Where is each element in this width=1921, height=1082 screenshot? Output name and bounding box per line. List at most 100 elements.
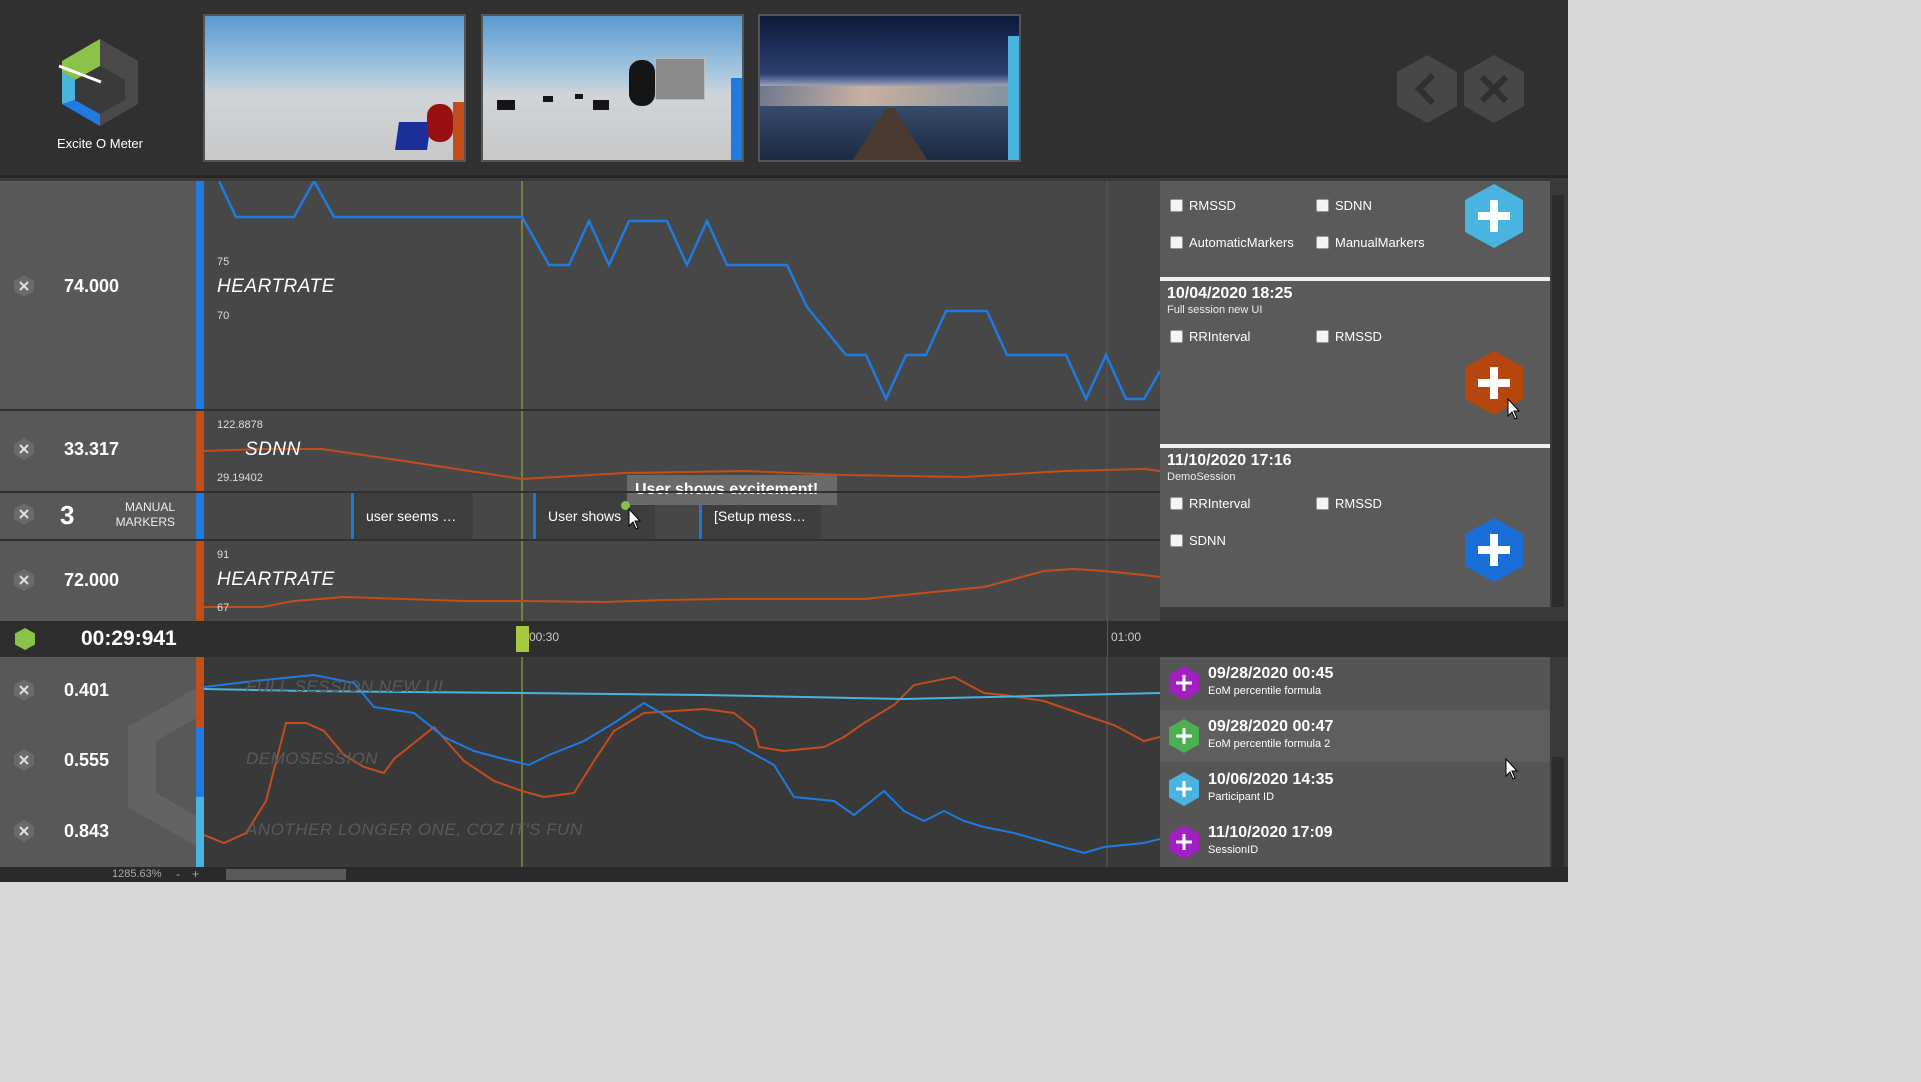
zoom-level: 1285.63% <box>112 868 162 880</box>
tick-top: 122.8878 <box>217 419 263 431</box>
tick-top: 91 <box>217 549 230 561</box>
remove-compare-1-button[interactable] <box>13 679 35 701</box>
horizontal-scrollbar[interactable] <box>226 869 346 880</box>
record-status-icon <box>15 628 35 650</box>
remove-track-1-button[interactable] <box>13 275 35 297</box>
add-formula-2-button[interactable] <box>1169 719 1199 753</box>
timeline-bar: 00:29:941 00:30 01:00 <box>0 621 1568 657</box>
compare-2-color <box>196 727 204 797</box>
formula-item-4[interactable]: 11/10/2020 17:09 SessionID <box>1160 816 1550 868</box>
thumbnail-2-bar <box>731 78 742 160</box>
remove-track-3-button[interactable] <box>13 569 35 591</box>
series-name: HEARTRATE <box>217 569 335 590</box>
add-formula-3-button[interactable] <box>1169 772 1199 806</box>
tick-bottom: 67 <box>217 602 230 614</box>
remove-compare-3-button[interactable] <box>13 820 35 842</box>
session-card-3: 11/10/2020 17:16 DemoSession RRInterval … <box>1160 448 1550 607</box>
app-window: Excite O Meter 75 HEARTRATE 70 122.8878 … <box>0 0 1568 882</box>
add-session-1-button[interactable] <box>1465 184 1523 248</box>
tick-bottom: 29.19402 <box>217 472 263 484</box>
formula-date: 11/10/2020 17:09 <box>1208 824 1333 841</box>
tick-bottom: 70 <box>217 310 230 322</box>
mouse-cursor-icon <box>1507 398 1521 420</box>
scene-thumbnail-2[interactable] <box>481 14 744 162</box>
compare-2-value: 0.555 <box>64 750 110 770</box>
session-desc: DemoSession <box>1167 471 1236 483</box>
formula-date: 09/28/2020 00:45 <box>1208 665 1334 682</box>
add-session-3-button[interactable] <box>1465 518 1523 582</box>
formula-scrollbar[interactable] <box>1552 757 1564 867</box>
checkbox-rrinterval[interactable]: RRInterval <box>1170 329 1250 344</box>
track-2-color <box>196 411 204 491</box>
formula-desc: Participant ID <box>1208 791 1275 803</box>
remove-compare-2-button[interactable] <box>13 749 35 771</box>
top-bar: Excite O Meter <box>0 0 1568 178</box>
app-title: Excite O Meter <box>57 136 143 151</box>
compare-chart[interactable]: FULL SESSION NEW UI DEMOSESSION ANOTHER … <box>204 657 1160 867</box>
session-card-1: RMSSD SDNN AutomaticMarkers ManualMarker… <box>1160 181 1550 277</box>
marker-1[interactable]: user seems … <box>351 493 473 539</box>
mouse-cursor-icon <box>1505 758 1519 780</box>
playhead-handle[interactable] <box>516 626 529 652</box>
checkbox-rmssd[interactable]: RMSSD <box>1316 329 1382 344</box>
compare-label-3: ANOTHER LONGER ONE, COZ IT'S FUN <box>246 820 583 839</box>
track-2-value: 33.317 <box>64 439 120 459</box>
compare-3-value: 0.843 <box>64 821 110 841</box>
thumbnail-1-bar <box>453 102 464 160</box>
zoom-out-button[interactable]: - <box>176 867 180 881</box>
mouse-cursor-icon <box>628 508 642 530</box>
session-date: 11/10/2020 17:16 <box>1167 452 1292 469</box>
add-formula-4-button[interactable] <box>1169 825 1199 859</box>
session-scrollbar[interactable] <box>1552 195 1564 607</box>
formula-desc: SessionID <box>1208 844 1259 856</box>
track-1-color <box>196 181 204 409</box>
compare-label-2: DEMOSESSION <box>246 749 379 768</box>
session-card-2: 10/04/2020 18:25 Full session new UI RRI… <box>1160 281 1550 444</box>
track-3-color <box>196 541 204 621</box>
formula-date: 10/06/2020 14:35 <box>1208 771 1334 788</box>
formula-item-3[interactable]: 10/06/2020 14:35 Participant ID <box>1160 763 1550 815</box>
scene-thumbnail-3[interactable] <box>758 14 1021 162</box>
checkbox-rmssd[interactable]: RMSSD <box>1316 496 1382 511</box>
marker-tooltip: User shows excitement! <box>627 475 837 505</box>
compare-1-value: 0.401 <box>64 680 110 700</box>
heartrate-chart-2[interactable]: 91 HEARTRATE 67 <box>204 541 1160 621</box>
add-formula-1-button[interactable] <box>1169 666 1199 700</box>
formula-date: 09/28/2020 00:47 <box>1208 718 1334 735</box>
series-name: HEARTRATE <box>217 276 335 297</box>
checkbox-manual-markers[interactable]: ManualMarkers <box>1316 235 1425 250</box>
checkbox-sdnn[interactable]: SDNN <box>1170 533 1226 548</box>
track-controls <box>0 181 196 621</box>
track-1-value: 74.000 <box>64 276 120 296</box>
series-name: SDNN <box>245 439 301 460</box>
zoom-in-button[interactable]: + <box>192 867 199 881</box>
checkbox-rrinterval[interactable]: RRInterval <box>1170 496 1250 511</box>
formula-list: 09/28/2020 00:45 EoM percentile formula … <box>1160 657 1550 868</box>
time-tick-30: 00:30 <box>529 630 560 644</box>
formula-desc: EoM percentile formula 2 <box>1208 738 1331 750</box>
remove-track-2-button[interactable] <box>13 438 35 460</box>
tick-top: 75 <box>217 256 230 268</box>
session-panel: RMSSD SDNN AutomaticMarkers ManualMarker… <box>1160 181 1550 607</box>
app-logo-icon <box>58 39 138 126</box>
heartrate-chart[interactable]: 75 HEARTRATE 70 <box>204 181 1160 409</box>
checkbox-automatic-markers[interactable]: AutomaticMarkers <box>1170 235 1294 250</box>
formula-item-2[interactable]: 09/28/2020 00:47 EoM percentile formula … <box>1160 710 1550 762</box>
checkbox-sdnn[interactable]: SDNN <box>1316 198 1372 213</box>
track-3-value: 72.000 <box>64 570 120 590</box>
session-desc: Full session new UI <box>1167 304 1263 316</box>
markers-color <box>196 493 204 539</box>
scene-thumbnail-1[interactable] <box>203 14 466 162</box>
close-button[interactable] <box>1464 55 1524 123</box>
formula-item-1[interactable]: 09/28/2020 00:45 EoM percentile formula <box>1160 657 1550 709</box>
markers-count: 3 <box>60 500 75 530</box>
thumbnail-3-bar <box>1008 36 1019 160</box>
checkbox-rmssd[interactable]: RMSSD <box>1170 198 1236 213</box>
session-date: 10/04/2020 18:25 <box>1167 285 1293 302</box>
status-bar: 1285.63% - + <box>0 867 1568 882</box>
compare-label-1: FULL SESSION NEW UI <box>246 677 444 696</box>
back-button[interactable] <box>1397 55 1457 123</box>
formula-desc: EoM percentile formula <box>1208 685 1322 697</box>
remove-markers-button[interactable] <box>13 503 35 525</box>
time-tick-60: 01:00 <box>1111 630 1142 644</box>
